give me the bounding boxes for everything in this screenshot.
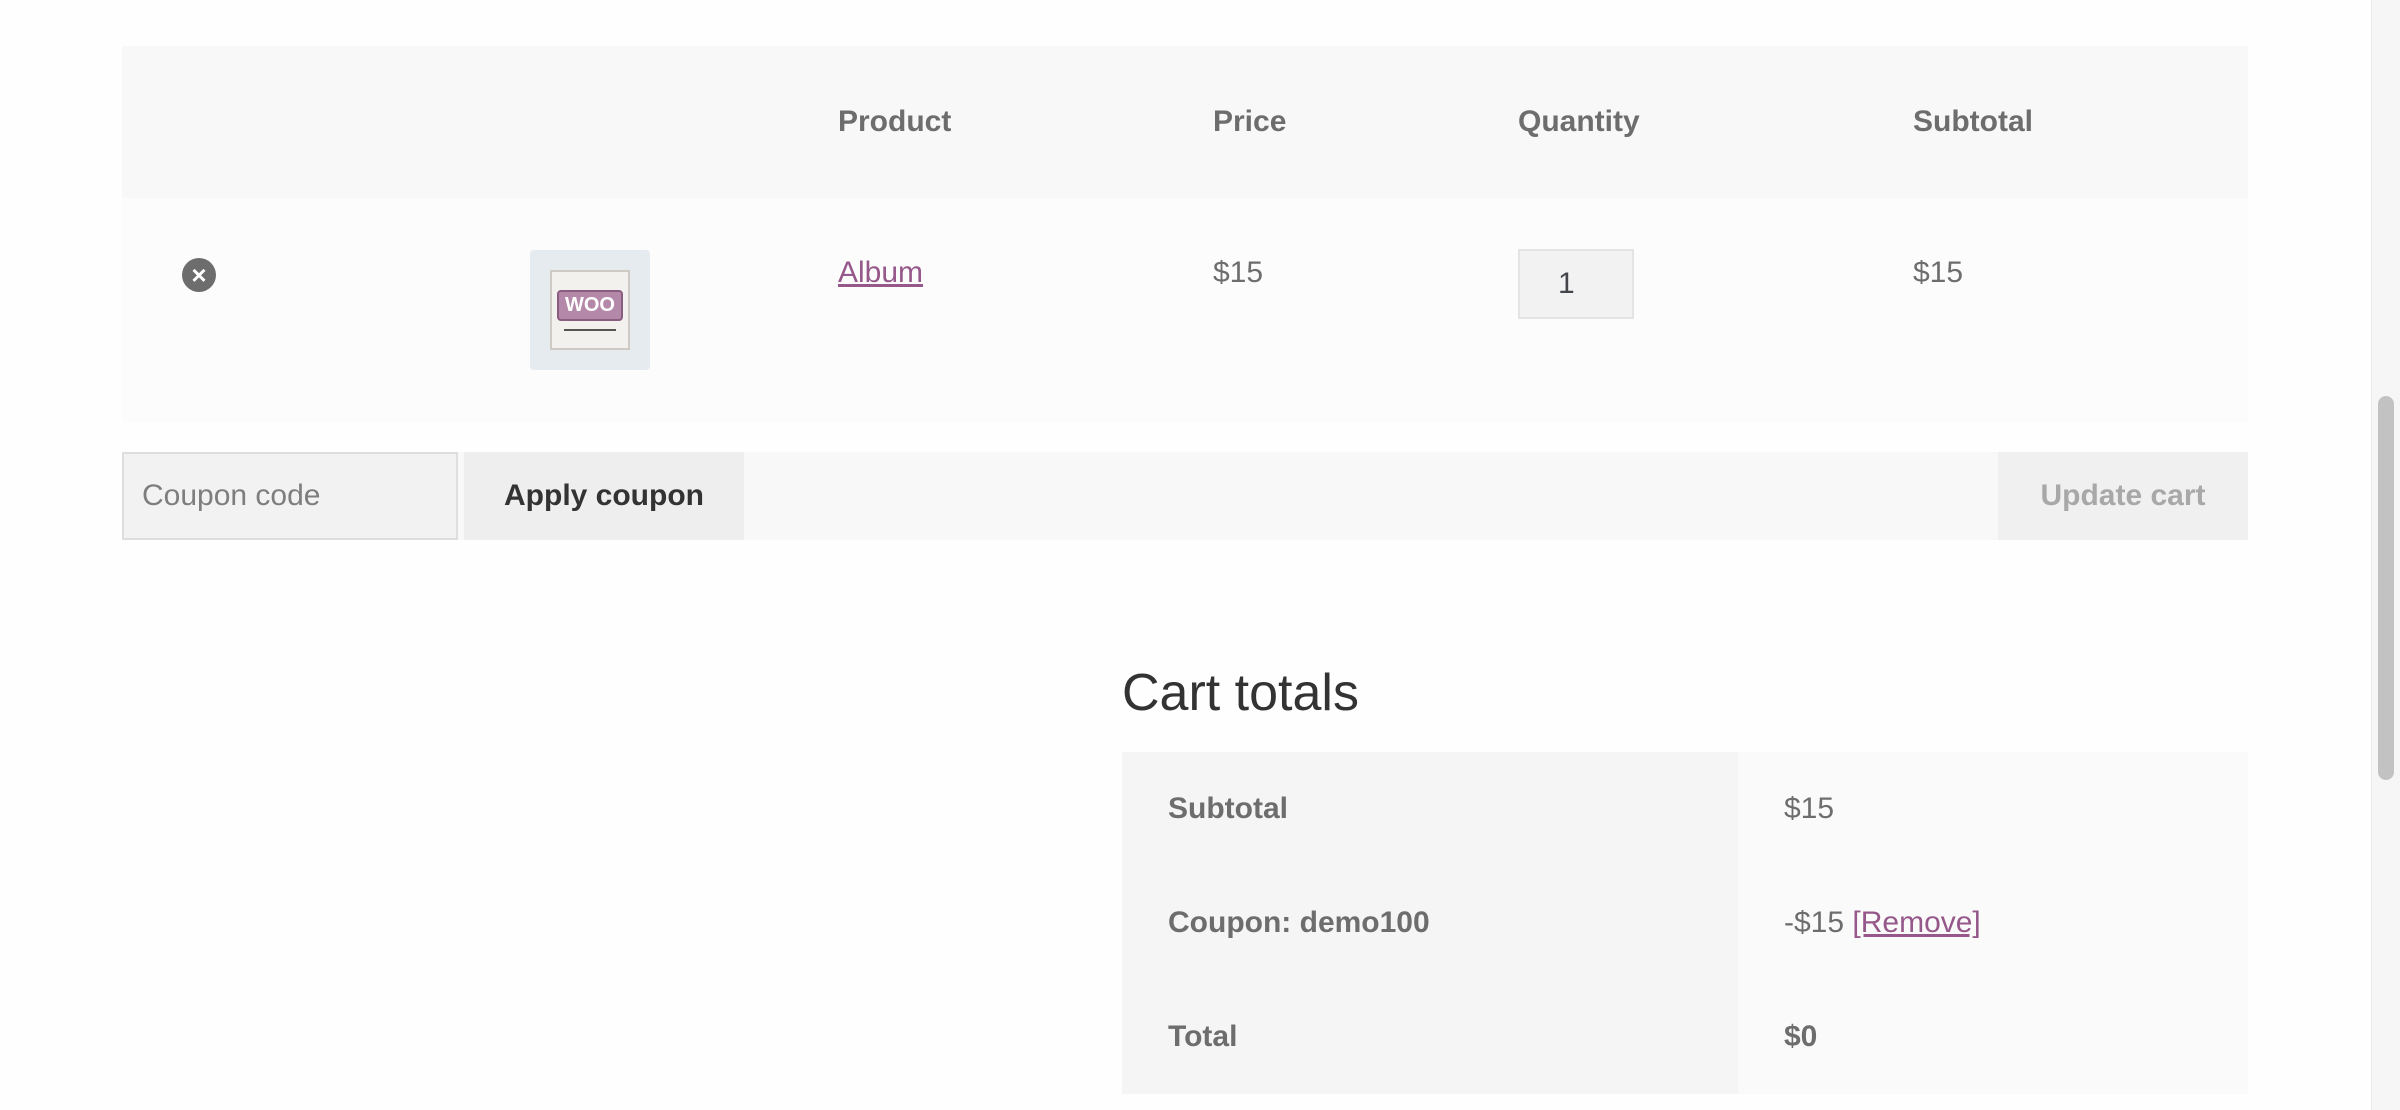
product-name-link[interactable]: Album [838, 256, 923, 290]
totals-coupon-row: Coupon: demo100 -$15 [Remove] [1122, 866, 2248, 980]
vertical-scrollbar[interactable] [2371, 0, 2400, 1110]
totals-coupon-label: Coupon: demo100 [1122, 866, 1738, 980]
apply-coupon-button[interactable]: Apply coupon [464, 452, 744, 540]
coupon-code-input[interactable]: Coupon code [122, 452, 458, 540]
header-product: Product [838, 105, 952, 138]
quantity-input[interactable]: 1 [1518, 249, 1634, 319]
remove-item-icon[interactable]: × [182, 258, 216, 292]
header-price: Price [1213, 105, 1287, 138]
album-cover-image: WOO [550, 270, 630, 350]
totals-subtotal-row: Subtotal $15 [1122, 752, 2248, 866]
cart-totals-table: Subtotal $15 Coupon: demo100 -$15 [Remov… [1122, 752, 2248, 1094]
remove-coupon-link[interactable]: [Remove] [1852, 906, 1980, 939]
header-subtotal: Subtotal [1913, 105, 2033, 138]
totals-coupon-value-cell: -$15 [Remove] [1738, 866, 2248, 980]
update-cart-button[interactable]: Update cart [1998, 452, 2248, 540]
cart-actions: Coupon code Apply coupon Update cart [122, 452, 2248, 540]
totals-total-label: Total [1122, 980, 1738, 1094]
header-quantity: Quantity [1518, 105, 1640, 138]
product-thumbnail[interactable]: WOO [530, 250, 650, 370]
signature-line [564, 328, 616, 331]
totals-coupon-value: -$15 [1784, 906, 1845, 939]
woo-logo-icon: WOO [557, 289, 623, 321]
table-row [122, 198, 2248, 422]
scrollbar-thumb[interactable] [2378, 396, 2394, 780]
cart-table-header: Product Price Quantity Subtotal [122, 46, 2248, 198]
product-subtotal: $15 [1913, 256, 1964, 289]
cart-totals-title: Cart totals [1122, 664, 1359, 722]
totals-total-value: $0 [1738, 980, 2248, 1094]
totals-subtotal-label: Subtotal [1122, 752, 1738, 866]
cart-page: Product Price Quantity Subtotal × WOO Al… [0, 0, 2400, 1110]
product-price: $15 [1213, 256, 1264, 289]
totals-total-row: Total $0 [1122, 980, 2248, 1094]
cart-table: Product Price Quantity Subtotal [122, 46, 2248, 422]
totals-subtotal-value: $15 [1738, 752, 2248, 866]
